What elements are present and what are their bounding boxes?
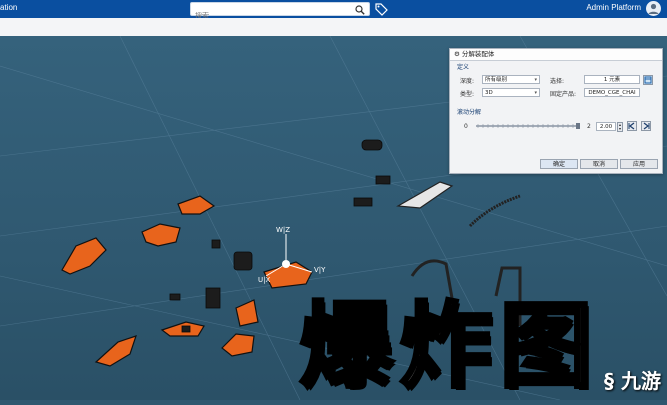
part-flywheel — [361, 139, 383, 151]
part-clutch — [375, 175, 391, 185]
part-filter — [205, 287, 221, 309]
dialog-title: 分解装配体 — [461, 50, 495, 58]
part-nut — [211, 239, 221, 249]
section-definition: 定义 — [457, 64, 470, 71]
overlay-title: 爆炸图 — [298, 290, 601, 402]
avatar[interactable] — [646, 1, 661, 16]
explode-slider[interactable] — [476, 123, 580, 129]
tag-icon[interactable] — [374, 2, 388, 16]
selection-list-button[interactable] — [643, 75, 653, 85]
fixed-product-field[interactable]: DEMO_CGE_CHAI — [584, 88, 640, 97]
part-guide-bar — [396, 181, 454, 209]
part-bolt — [169, 293, 181, 301]
watermark: § 九游 — [604, 369, 661, 393]
axis-u-label: U|X — [258, 276, 271, 284]
list-icon — [644, 76, 652, 84]
slider-value-field[interactable]: 2.00 — [596, 122, 616, 131]
part-cylinder — [233, 251, 253, 271]
part-lower-left — [94, 335, 137, 367]
slider-max-label: 2 — [587, 123, 591, 130]
spin-buttons[interactable]: ▴ ▾ — [617, 122, 623, 132]
dialog-icon: ⚙ — [454, 50, 460, 58]
search-box[interactable] — [190, 2, 370, 22]
user-name[interactable]: Admin Platform — [586, 3, 641, 12]
section-scroll-explode: 滚动分解 — [457, 109, 482, 116]
part-handle-left — [61, 237, 107, 275]
chevron-down-icon: ▾ — [534, 77, 537, 83]
part-chain — [468, 194, 521, 228]
part-engine-block — [235, 299, 259, 327]
exploded-parts — [61, 195, 313, 367]
app-title: ation — [0, 3, 18, 12]
step-back-button[interactable] — [627, 121, 637, 131]
type-select[interactable]: 3D ▾ — [482, 88, 540, 97]
step-forward-icon — [643, 122, 650, 130]
step-forward-button[interactable] — [641, 121, 651, 131]
ok-button[interactable]: 确定 — [540, 159, 578, 169]
cancel-button[interactable]: 取消 — [580, 159, 618, 169]
type-label: 类型: — [460, 91, 475, 98]
depth-label: 深度: — [460, 78, 475, 85]
search-icon[interactable] — [355, 5, 365, 15]
watermark-logo-icon: § — [604, 369, 615, 393]
selection-label: 选择: — [550, 78, 565, 85]
explode-dialog[interactable]: ⚙ 分解装配体 定义 深度: 所有级别 ▾ 类型: 3D ▾ 选择: 1 元素 固定… — [449, 48, 663, 174]
chevron-down-icon: ▾ — [534, 90, 537, 96]
part-crank — [221, 333, 255, 357]
step-back-icon — [628, 122, 635, 130]
apply-button[interactable]: 应用 — [620, 159, 658, 169]
part-rear-handle — [141, 223, 181, 247]
part-top-cover — [177, 195, 216, 215]
depth-select[interactable]: 所有级别 ▾ — [482, 75, 540, 84]
part-washer — [181, 325, 191, 333]
dialog-title-bar[interactable]: ⚙ 分解装配体 — [450, 49, 662, 61]
fixed-product-label: 固定产品: — [550, 91, 577, 98]
top-bar: ation Admin Platform — [0, 0, 667, 22]
toolbar — [0, 18, 667, 37]
user-icon — [648, 3, 659, 14]
slider-min-label: 0 — [464, 123, 468, 130]
part-gear — [353, 197, 373, 207]
axis-w-label: W|Z — [276, 226, 291, 234]
selection-field[interactable]: 1 元素 — [584, 75, 640, 84]
